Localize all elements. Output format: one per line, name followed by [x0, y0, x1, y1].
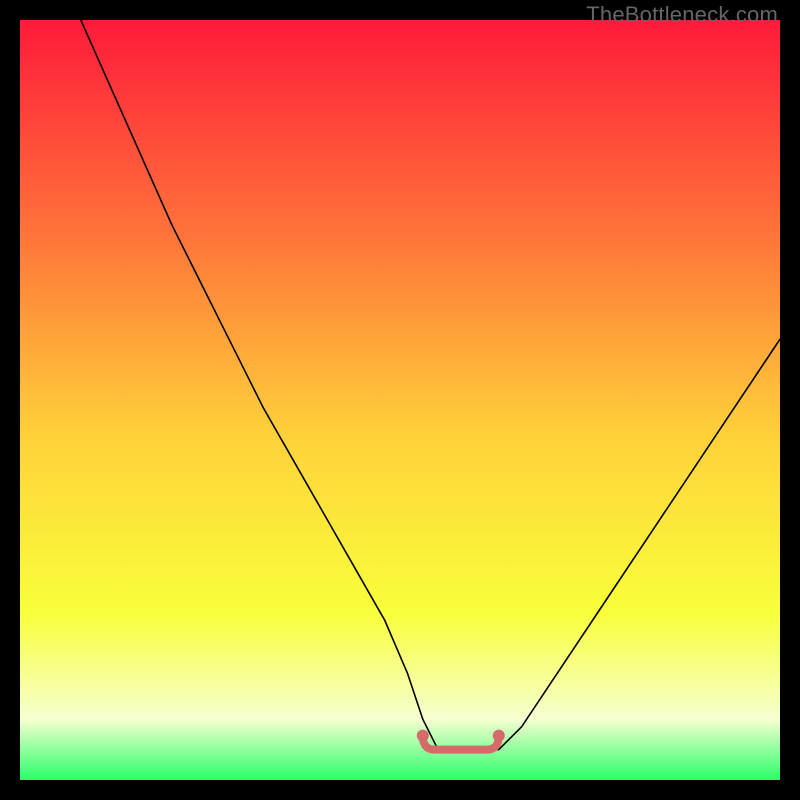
watermark-label: TheBottleneck.com	[586, 2, 778, 28]
chart-svg	[20, 20, 780, 780]
basin-left-endpoint	[417, 730, 429, 742]
chart-frame: TheBottleneck.com	[0, 0, 800, 800]
basin-right-endpoint	[493, 730, 505, 742]
gradient-background	[20, 20, 780, 780]
plot-area	[20, 20, 780, 780]
